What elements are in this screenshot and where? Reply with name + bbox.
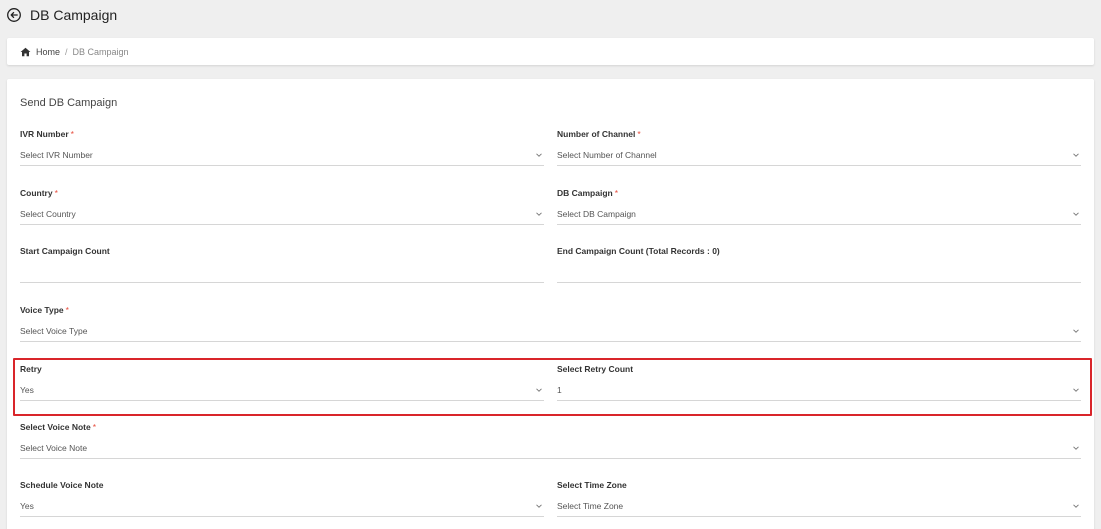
country-select[interactable]: Select Country xyxy=(20,204,544,225)
top-bar: DB Campaign xyxy=(0,0,1101,30)
breadcrumb-home-link[interactable]: Home xyxy=(36,47,60,57)
end-campaign-count-field: End Campaign Count (Total Records : 0) xyxy=(557,246,1081,299)
voice-note-label: Select Voice Note * xyxy=(20,422,97,432)
voice-type-field: Voice Type * Select Voice Type xyxy=(20,305,1081,358)
home-icon[interactable] xyxy=(20,47,31,57)
ivr-number-label: IVR Number * xyxy=(20,129,74,139)
chevron-down-icon xyxy=(535,387,543,393)
retry-field: Retry Yes xyxy=(20,364,544,417)
ivr-number-select[interactable]: Select IVR Number xyxy=(20,145,544,166)
end-campaign-count-label: End Campaign Count (Total Records : 0) xyxy=(557,246,720,256)
chevron-down-icon xyxy=(535,211,543,217)
retry-label: Retry xyxy=(20,364,42,374)
chevron-down-icon xyxy=(1072,328,1080,334)
ivr-number-field: IVR Number * Select IVR Number xyxy=(20,129,544,182)
chevron-down-icon xyxy=(1072,445,1080,451)
voice-type-label: Voice Type * xyxy=(20,305,69,315)
retry-count-label: Select Retry Count xyxy=(557,364,634,374)
chevron-down-icon xyxy=(1072,503,1080,509)
start-campaign-count-input[interactable] xyxy=(20,262,544,283)
schedule-voice-note-label: Schedule Voice Note xyxy=(20,480,104,490)
chevron-down-icon xyxy=(535,152,543,158)
number-of-channel-label: Number of Channel * xyxy=(557,129,641,139)
retry-count-field: Select Retry Count 1 xyxy=(557,364,1081,417)
time-zone-label: Select Time Zone xyxy=(557,480,627,490)
start-campaign-count-label: Start Campaign Count xyxy=(20,246,110,256)
voice-note-field: Select Voice Note * Select Voice Note xyxy=(20,422,1081,475)
voice-note-select[interactable]: Select Voice Note xyxy=(20,438,1081,459)
db-campaign-label: DB Campaign * xyxy=(557,188,619,198)
breadcrumb-current: DB Campaign xyxy=(72,46,129,57)
db-campaign-select[interactable]: Select DB Campaign xyxy=(557,204,1081,225)
back-arrow-icon[interactable] xyxy=(6,7,22,23)
start-campaign-count-field: Start Campaign Count xyxy=(20,246,544,299)
breadcrumb-separator: / xyxy=(65,46,68,57)
retry-count-select[interactable]: 1 xyxy=(557,380,1081,401)
number-of-channel-select[interactable]: Select Number of Channel xyxy=(557,145,1081,166)
country-label: Country * xyxy=(20,188,58,198)
chevron-down-icon xyxy=(1072,152,1080,158)
page-title: DB Campaign xyxy=(30,7,118,23)
chevron-down-icon xyxy=(535,503,543,509)
campaign-form-card: Send DB Campaign IVR Number * Select IVR … xyxy=(7,79,1094,529)
chevron-down-icon xyxy=(1072,211,1080,217)
voice-type-select[interactable]: Select Voice Type xyxy=(20,321,1081,342)
retry-select[interactable]: Yes xyxy=(20,380,544,401)
breadcrumb: Home / DB Campaign xyxy=(7,38,1094,65)
db-campaign-field: DB Campaign * Select DB Campaign xyxy=(557,188,1081,241)
number-of-channel-field: Number of Channel * Select Number of Chan… xyxy=(557,129,1081,182)
form-title: Send DB Campaign xyxy=(20,97,118,109)
schedule-voice-note-select[interactable]: Yes xyxy=(20,496,544,517)
country-field: Country * Select Country xyxy=(20,188,544,241)
chevron-down-icon xyxy=(1072,387,1080,393)
time-zone-select[interactable]: Select Time Zone xyxy=(557,496,1081,517)
schedule-voice-note-field: Schedule Voice Note Yes xyxy=(20,480,544,529)
end-campaign-count-input[interactable] xyxy=(557,262,1081,283)
time-zone-field: Select Time Zone Select Time Zone xyxy=(557,480,1081,529)
